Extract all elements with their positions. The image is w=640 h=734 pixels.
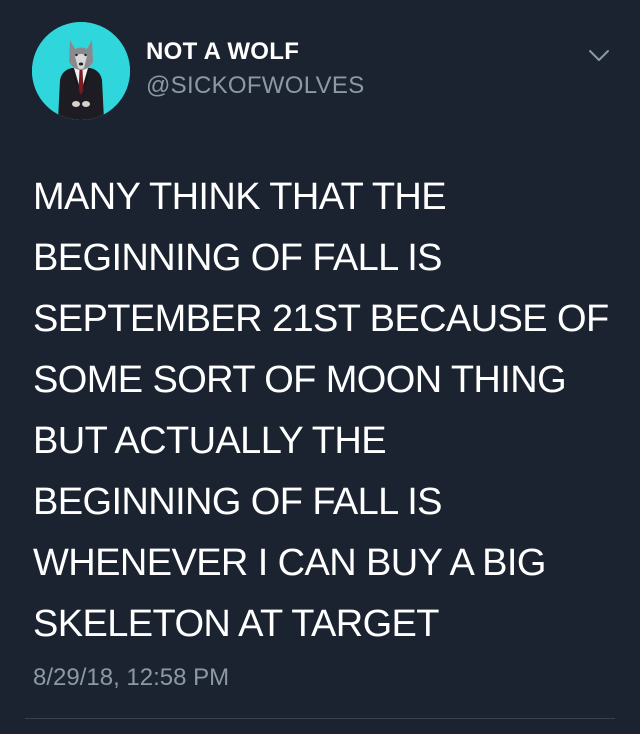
tweet-line: MANY THINK THAT THE [33,176,447,218]
tweet-line: BEGINNING OF FALL IS [33,481,443,523]
tweet-line: BUT ACTUALLY THE [33,420,387,462]
wolf-avatar-icon [32,22,130,120]
tweet-line: SEPTEMBER 21ST BECAUSE OF [33,298,609,340]
display-name[interactable]: NOT A WOLF [146,38,299,66]
tweet-line: SOME SORT OF MOON THING [33,359,567,401]
tweet-line: BEGINNING OF FALL IS [33,237,443,279]
chevron-down-icon[interactable] [584,40,614,70]
tweet-line: SKELETON AT TARGET [33,603,440,645]
tweet-text: MANY THINK THAT THE BEGINNING OF FALL IS… [33,167,618,655]
user-handle[interactable]: @SICKOFWOLVES [146,72,365,100]
divider [25,718,615,719]
tweet-timestamp[interactable]: 8/29/18, 12:58 PM [33,664,229,692]
tweet-line: WHENEVER I CAN BUY A BIG [33,542,546,584]
avatar[interactable] [32,22,130,120]
